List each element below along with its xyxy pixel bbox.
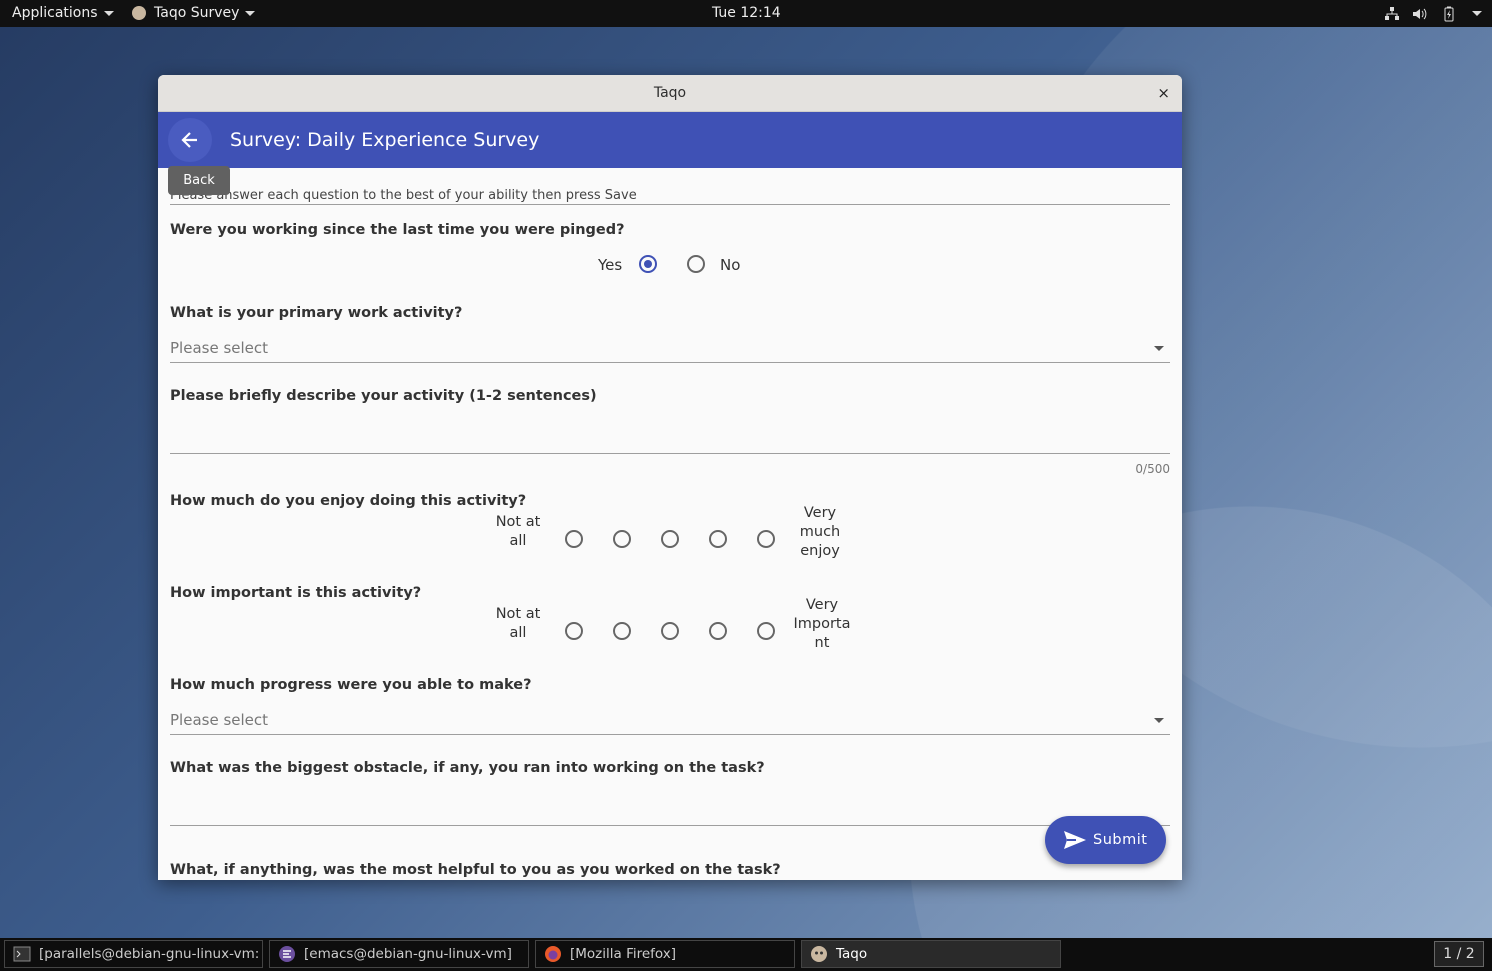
instructions-text: Please answer each question to the best … [170,188,637,203]
divider [170,734,1170,735]
app-bar: Survey: Daily Experience Survey [158,112,1182,168]
question-progress: How much progress were you able to make? [170,677,532,693]
question-important: How important is this activity? [170,585,422,601]
back-button[interactable] [168,118,212,162]
character-counter: 0/500 [1135,462,1170,476]
window-title: Taqo [653,85,687,101]
question-helpful-partial: What, if anything, was the most helpful … [170,862,781,878]
terminal-icon [13,946,31,962]
dropdown-placeholder: Please select [170,711,269,729]
app-menu[interactable]: Taqo Survey [132,0,256,27]
clock[interactable]: Tue 12:14 [712,0,781,27]
taqo-icon [811,946,827,962]
taqo-window: Taqo × Survey: Daily Experience Survey B… [158,75,1182,880]
important-radio-5[interactable] [757,622,775,640]
task-label: [Mozilla Firefox] [570,946,677,962]
divider [170,825,1170,826]
network-icon[interactable] [1384,6,1400,22]
question-working: Were you working since the last time you… [170,222,625,238]
important-radio-1[interactable] [565,622,583,640]
taskbar: [parallels@debian-gnu-linux-vm: ... [ema… [0,938,1492,971]
emacs-icon [279,946,295,962]
question-enjoy: How much do you enjoy doing this activit… [170,493,527,509]
enjoy-radio-5[interactable] [757,530,775,548]
enjoy-radio-4[interactable] [709,530,727,548]
chevron-down-icon [245,10,256,16]
window-titlebar[interactable]: Taqo × [158,75,1182,112]
task-firefox[interactable]: [Mozilla Firefox] [535,940,795,968]
applications-menu-label: Applications [12,5,98,21]
submit-label: Submit [1093,832,1148,848]
close-button[interactable]: × [1157,75,1170,111]
task-label: [parallels@debian-gnu-linux-vm: ... [39,946,263,962]
important-radio-3[interactable] [661,622,679,640]
chevron-down-icon [1154,718,1164,723]
question-primary-activity: What is your primary work activity? [170,305,463,321]
taqo-app-icon [132,6,146,20]
important-radio-4[interactable] [709,622,727,640]
dropdown-placeholder: Please select [170,339,269,357]
scale-right-label: Very Importa nt [793,597,851,651]
chevron-down-icon [103,10,114,16]
task-taqo[interactable]: Taqo [801,940,1061,968]
primary-activity-dropdown[interactable]: Please select [170,328,1170,362]
describe-activity-input[interactable] [170,413,1170,453]
volume-icon[interactable] [1411,6,1427,22]
radio-no[interactable] [687,255,705,273]
workspace-pager[interactable]: 1 / 2 [1434,941,1484,967]
survey-form: Please answer each question to the best … [170,168,1170,880]
back-tooltip: Back [168,166,230,195]
task-label: Taqo [836,946,868,962]
divider [170,362,1170,363]
option-no-label: No [720,256,741,274]
question-obstacle: What was the biggest obstacle, if any, y… [170,760,765,776]
enjoy-radio-3[interactable] [661,530,679,548]
scale-left-label: Not at all [495,606,541,641]
enjoy-radio-1[interactable] [565,530,583,548]
task-emacs[interactable]: [emacs@debian-gnu-linux-vm] [269,940,529,968]
send-icon [1064,831,1086,849]
task-terminal[interactable]: [parallels@debian-gnu-linux-vm: ... [4,940,263,968]
chevron-down-icon [1472,10,1482,16]
chevron-down-icon [1154,346,1164,351]
arrow-left-icon [181,132,197,148]
progress-dropdown[interactable]: Please select [170,700,1170,734]
obstacle-input[interactable] [170,785,1170,825]
system-menu[interactable] [1466,0,1482,27]
important-radio-2[interactable] [613,622,631,640]
scale-right-label: Very much enjoy [799,505,841,559]
radio-yes[interactable] [639,255,657,273]
divider [170,453,1170,454]
applications-menu[interactable]: Applications [12,0,114,27]
scale-left-label: Not at all [495,514,541,549]
task-label: [emacs@debian-gnu-linux-vm] [304,946,512,962]
battery-icon[interactable] [1441,6,1457,22]
top-bar: Applications Taqo Survey Tue 12:14 [0,0,1492,27]
firefox-icon [545,946,561,962]
option-yes-label: Yes [598,256,623,274]
submit-button[interactable]: Submit [1045,816,1166,864]
enjoy-radio-2[interactable] [613,530,631,548]
page-title: Survey: Daily Experience Survey [230,129,540,151]
divider [170,204,1170,205]
app-menu-label: Taqo Survey [154,5,240,21]
question-describe-activity: Please briefly describe your activity (1… [170,388,597,404]
